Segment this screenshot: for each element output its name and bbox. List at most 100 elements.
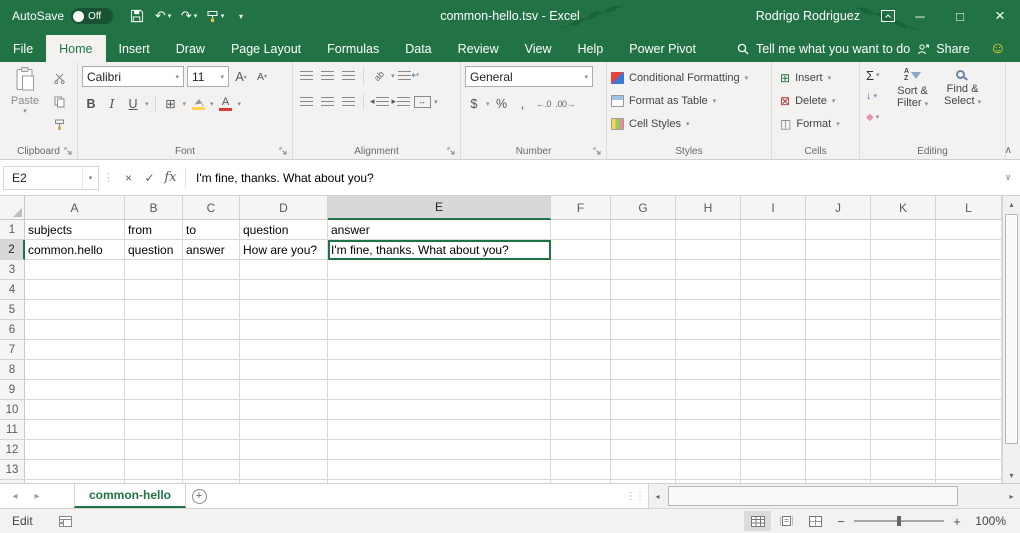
cell-B6[interactable] (125, 320, 183, 340)
cell-I4[interactable] (741, 280, 806, 300)
expand-formula-bar-button[interactable]: ∨ (999, 172, 1017, 183)
cell-D13[interactable] (240, 460, 328, 480)
cell-J4[interactable] (806, 280, 871, 300)
tab-page-layout[interactable]: Page Layout (218, 35, 314, 62)
orientation-button[interactable]: ab (370, 66, 388, 85)
cell-E5[interactable] (328, 300, 551, 320)
minimize-button[interactable]: ─ (900, 0, 940, 32)
tab-formulas[interactable]: Formulas (314, 35, 392, 62)
cell-I5[interactable] (741, 300, 806, 320)
cell-D10[interactable] (240, 400, 328, 420)
tab-view[interactable]: View (512, 35, 565, 62)
cell-E7[interactable] (328, 340, 551, 360)
vertical-scrollbar[interactable]: ▴ ▾ (1002, 196, 1020, 483)
cell-H8[interactable] (676, 360, 741, 380)
cell-I9[interactable] (741, 380, 806, 400)
font-color-button[interactable]: A (217, 94, 235, 113)
cell-K1[interactable] (871, 220, 936, 240)
cell-G6[interactable] (611, 320, 676, 340)
save-button[interactable] (125, 3, 149, 29)
cell-F6[interactable] (551, 320, 611, 340)
select-all-button[interactable] (0, 196, 25, 220)
cell-C1[interactable]: to (183, 220, 240, 240)
cell-H11[interactable] (676, 420, 741, 440)
cell-F2[interactable] (551, 240, 611, 260)
cell-J8[interactable] (806, 360, 871, 380)
cell-C11[interactable] (183, 420, 240, 440)
cell-A7[interactable] (25, 340, 125, 360)
cell-I8[interactable] (741, 360, 806, 380)
cell-A8[interactable] (25, 360, 125, 380)
autosum-button[interactable]: Σ▾ (864, 66, 882, 84)
wrap-text-button[interactable]: ↩ (398, 66, 420, 85)
cell-J9[interactable] (806, 380, 871, 400)
comma-style-button[interactable]: , (514, 94, 532, 113)
tab-data[interactable]: Data (392, 35, 444, 62)
cell-B12[interactable] (125, 440, 183, 460)
cell-L4[interactable] (936, 280, 1002, 300)
scroll-down-arrow[interactable]: ▾ (1003, 467, 1020, 483)
autosave-control[interactable]: AutoSave Off (12, 8, 113, 24)
font-dialog-launcher[interactable] (278, 146, 289, 157)
zoom-in-button[interactable]: + (946, 514, 968, 529)
cell-B8[interactable] (125, 360, 183, 380)
cell-K8[interactable] (871, 360, 936, 380)
column-header-B[interactable]: B (125, 196, 183, 220)
cell-L1[interactable] (936, 220, 1002, 240)
cell-J12[interactable] (806, 440, 871, 460)
column-header-F[interactable]: F (551, 196, 611, 220)
zoom-out-button[interactable]: − (830, 514, 852, 529)
share-button[interactable]: Share (917, 35, 969, 62)
zoom-level[interactable]: 100% (968, 514, 1020, 528)
align-top-button[interactable] (297, 66, 315, 85)
cell-H1[interactable] (676, 220, 741, 240)
number-format-combo[interactable]: General ▾ (465, 66, 593, 87)
cell-D9[interactable] (240, 380, 328, 400)
cell-L8[interactable] (936, 360, 1002, 380)
cell-G8[interactable] (611, 360, 676, 380)
cell-J7[interactable] (806, 340, 871, 360)
cell-K2[interactable] (871, 240, 936, 260)
page-layout-view-button[interactable] (773, 511, 800, 531)
cell-B2[interactable]: question (125, 240, 183, 260)
tab-scroll-splitter[interactable]: ⋮⋮ (622, 484, 648, 508)
cell-F5[interactable] (551, 300, 611, 320)
row-header-12[interactable]: 12 (0, 440, 25, 460)
cell-E9[interactable] (328, 380, 551, 400)
cell-D2[interactable]: How are you? (240, 240, 328, 260)
cell-A5[interactable] (25, 300, 125, 320)
redo-button[interactable]: ↷▾ (177, 3, 201, 29)
cell-C3[interactable] (183, 260, 240, 280)
cell-K5[interactable] (871, 300, 936, 320)
cell-E2[interactable]: I'm fine, thanks. What about you? (328, 240, 551, 260)
merge-center-button[interactable]: ↔ (413, 92, 431, 111)
cell-H2[interactable] (676, 240, 741, 260)
italic-button[interactable]: I (103, 94, 121, 113)
cell-D1[interactable]: question (240, 220, 328, 240)
new-sheet-button[interactable]: + (186, 484, 212, 508)
cell-F4[interactable] (551, 280, 611, 300)
cell-styles-button[interactable]: Cell Styles ▾ (611, 112, 767, 135)
column-header-K[interactable]: K (871, 196, 936, 220)
clear-button[interactable]: ◆▾ (864, 108, 882, 126)
cell-E13[interactable] (328, 460, 551, 480)
align-bottom-button[interactable] (339, 66, 357, 85)
sheet-nav-right[interactable]: ▸ (26, 484, 48, 508)
cell-B7[interactable] (125, 340, 183, 360)
cell-J11[interactable] (806, 420, 871, 440)
horizontal-scroll-thumb[interactable] (668, 486, 958, 506)
cell-C10[interactable] (183, 400, 240, 420)
delete-cells-button[interactable]: ⊠ Delete ▾ (780, 89, 855, 112)
cell-I7[interactable] (741, 340, 806, 360)
horizontal-scrollbar[interactable]: ◂ ▸ (648, 484, 1020, 508)
page-break-view-button[interactable] (802, 511, 829, 531)
format-cells-button[interactable]: ◫ Format ▾ (780, 112, 855, 135)
cell-K6[interactable] (871, 320, 936, 340)
cell-D7[interactable] (240, 340, 328, 360)
cell-B11[interactable] (125, 420, 183, 440)
row-header-10[interactable]: 10 (0, 400, 25, 420)
cell-D6[interactable] (240, 320, 328, 340)
cell-G13[interactable] (611, 460, 676, 480)
column-header-E[interactable]: E (328, 196, 551, 220)
cell-B13[interactable] (125, 460, 183, 480)
